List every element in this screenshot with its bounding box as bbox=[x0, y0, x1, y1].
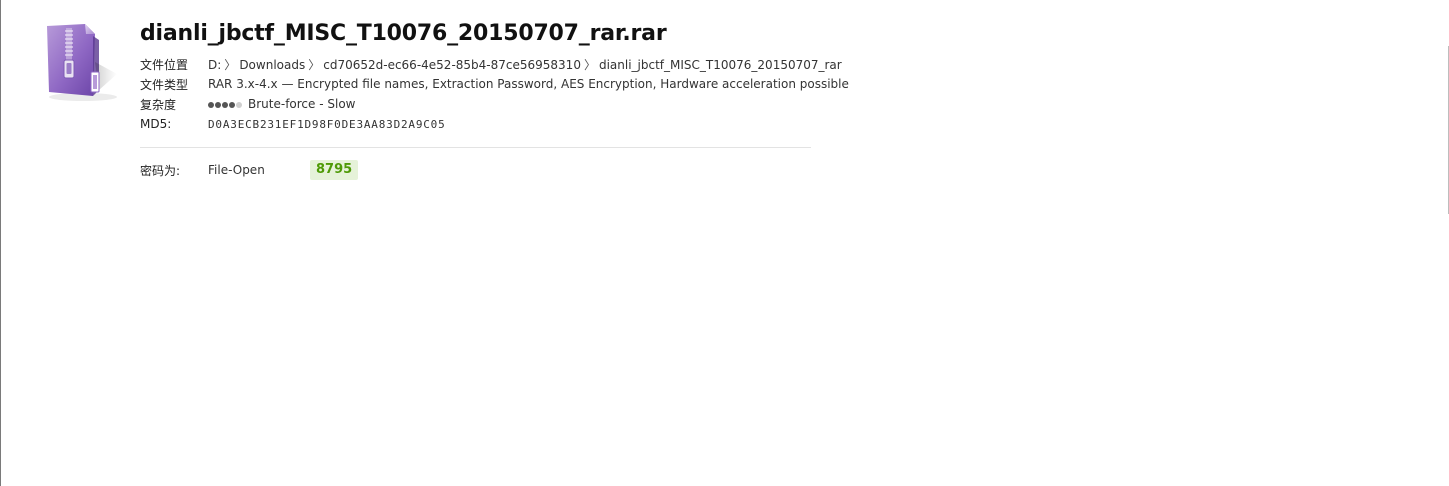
md5-row: MD5: D0A3ECB231EF1D98F0DE3AA83D2A9C05 bbox=[140, 114, 820, 134]
section-divider bbox=[140, 147, 811, 148]
path-segment-folder: cd70652d-ec66-4e52-85b4-87ce56958310 bbox=[323, 57, 581, 72]
recovery-method: File-Open bbox=[208, 163, 265, 177]
file-name-title: dianli_jbctf_MISC_T10076_20150707_rar.ra… bbox=[140, 21, 667, 46]
complexity-text: Brute-force - Slow bbox=[248, 97, 356, 111]
complexity-row: 复杂度 Brute-force - Slow bbox=[140, 94, 820, 114]
complexity-dot-filled-icon bbox=[229, 102, 235, 108]
file-type-value: RAR 3.x-4.x — Encrypted file names, Extr… bbox=[208, 77, 849, 91]
file-type-label: 文件类型 bbox=[140, 77, 189, 92]
file-location-label: 文件位置 bbox=[140, 57, 189, 72]
file-info-panel: dianli_jbctf_MISC_T10076_20150707_rar.ra… bbox=[140, 18, 849, 181]
path-separator-icon: 〉 bbox=[224, 57, 237, 72]
path-segment-drive: D: bbox=[208, 57, 222, 72]
complexity-dot-filled-icon bbox=[208, 102, 214, 108]
result-page: dianli_jbctf_MISC_T10076_20150707_rar.ra… bbox=[0, 0, 1449, 486]
complexity-rating bbox=[208, 102, 242, 108]
password-result-row: 密码为: File-Open 8795 bbox=[140, 159, 820, 181]
path-separator-icon: 〉 bbox=[583, 57, 596, 72]
md5-value: D0A3ECB231EF1D98F0DE3AA83D2A9C05 bbox=[208, 117, 446, 131]
zip-archive-icon bbox=[41, 22, 119, 102]
complexity-dot-filled-icon bbox=[222, 102, 228, 108]
path-segment-downloads: Downloads bbox=[239, 57, 306, 72]
md5-label: MD5: bbox=[140, 117, 172, 131]
file-type-row: 文件类型 RAR 3.x-4.x — Encrypted file names,… bbox=[140, 74, 849, 94]
path-segment-subfolder: dianli_jbctf_MISC_T10076_20150707_rar bbox=[598, 57, 842, 72]
path-separator-icon: 〉 bbox=[308, 57, 321, 72]
file-location-row: 文件位置 D: 〉 Downloads 〉 cd70652d-ec66-4e52-85b… bbox=[140, 54, 842, 74]
complexity-label: 复杂度 bbox=[140, 97, 177, 112]
complexity-value: Brute-force - Slow bbox=[208, 97, 355, 111]
complexity-dot-filled-icon bbox=[215, 102, 221, 108]
complexity-dot-empty-icon bbox=[236, 102, 242, 108]
password-value[interactable]: 8795 bbox=[310, 160, 359, 180]
password-label: 密码为: bbox=[140, 163, 181, 178]
file-location-path: D: 〉 Downloads 〉 cd70652d-ec66-4e52-85b4-87c… bbox=[208, 56, 842, 73]
